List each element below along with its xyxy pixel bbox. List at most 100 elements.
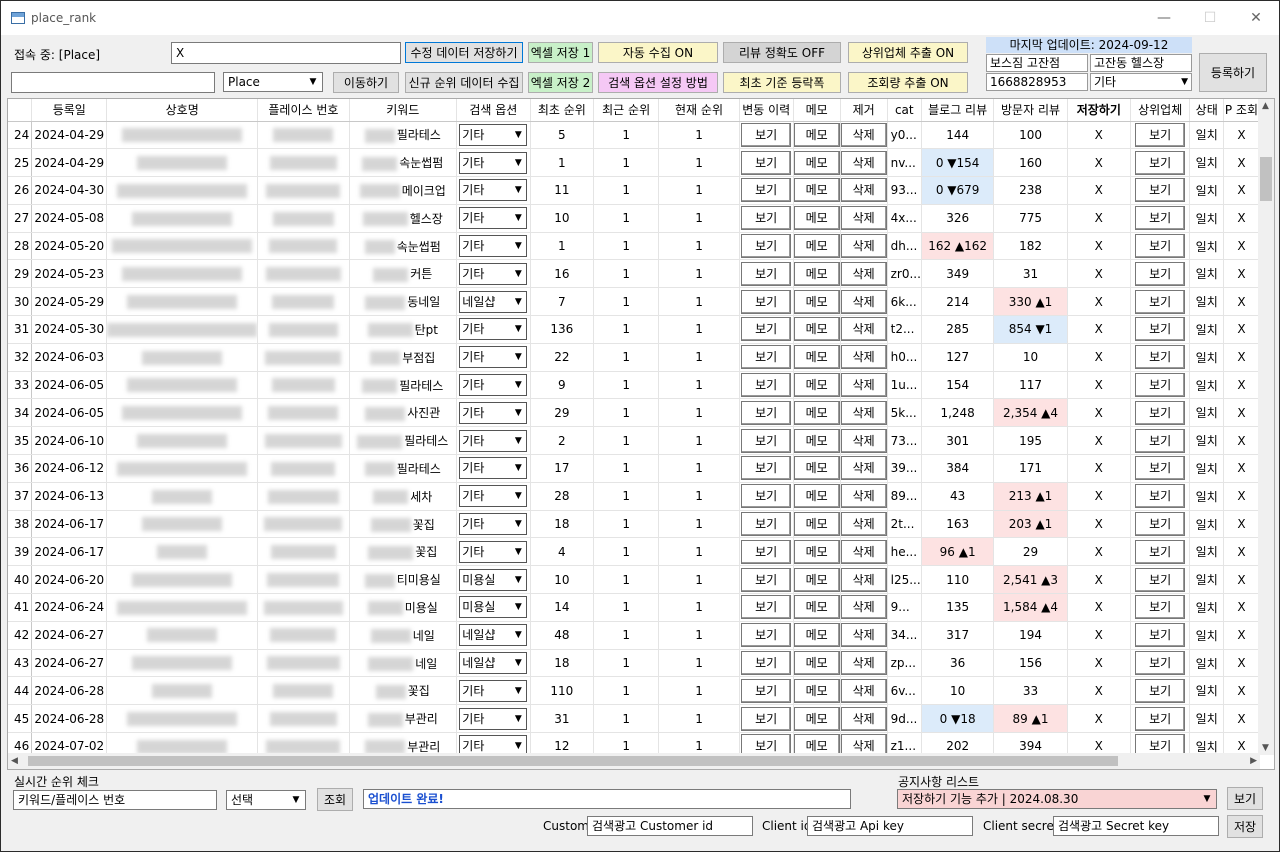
top-company-view-button[interactable]: 보기	[1135, 150, 1186, 175]
column-header[interactable]: 블로그 리뷰	[921, 99, 995, 122]
top-company-view-button[interactable]: 보기	[1135, 512, 1186, 537]
delete-button[interactable]: 삭제	[840, 234, 887, 259]
search-option-dropdown[interactable]: 기타 ▼	[459, 707, 528, 730]
notice-select[interactable]: 저장하기 기능 추가 | 2024.08.30 ▼	[897, 789, 1217, 809]
delete-button[interactable]: 삭제	[840, 400, 887, 425]
search-option-dropdown[interactable]: 기타 ▼	[459, 151, 528, 174]
cell-save[interactable]: X	[1067, 621, 1131, 650]
memo-button[interactable]: 메모	[793, 567, 840, 592]
cell-top-company[interactable]: 보기	[1130, 593, 1191, 622]
move-button[interactable]: 이동하기	[333, 72, 399, 93]
cell-top-company[interactable]: 보기	[1130, 287, 1191, 317]
cell-top-company[interactable]: 보기	[1130, 232, 1191, 261]
client-secret-input[interactable]: 검색광고 Secret key	[1053, 816, 1219, 836]
excel-save-1-button[interactable]: 엑셀 저장 1	[528, 42, 593, 63]
memo-button[interactable]: 메모	[793, 428, 840, 453]
search-option-dropdown[interactable]: 기타 ▼	[459, 457, 528, 480]
memo-button[interactable]: 메모	[793, 345, 840, 370]
cell-save[interactable]: X	[1067, 454, 1131, 483]
memo-button[interactable]: 메모	[793, 289, 840, 314]
cell-memo[interactable]: 메모	[793, 426, 841, 456]
delete-button[interactable]: 삭제	[840, 261, 887, 286]
cell-memo[interactable]: 메모	[793, 621, 841, 650]
cell-history[interactable]: 보기	[739, 649, 794, 678]
history-view-button[interactable]: 보기	[741, 512, 792, 537]
cell-delete[interactable]: 삭제	[840, 704, 888, 734]
excel-save-2-button[interactable]: 엑셀 저장 2	[528, 72, 593, 93]
top-company-view-button[interactable]: 보기	[1135, 345, 1186, 370]
cell-search-option[interactable]: 기타 ▼	[456, 704, 531, 734]
notice-view-button[interactable]: 보기	[1227, 787, 1263, 810]
cell-search-option[interactable]: 기타 ▼	[456, 676, 531, 706]
column-header[interactable]: 상위업체	[1130, 99, 1191, 122]
cell-save[interactable]: X	[1067, 371, 1131, 400]
memo-button[interactable]: 메모	[793, 512, 840, 537]
cell-top-company[interactable]: 보기	[1130, 704, 1191, 734]
reg-place-number-field[interactable]: 1668828953	[986, 73, 1088, 91]
top-company-view-button[interactable]: 보기	[1135, 122, 1186, 147]
scroll-down-icon[interactable]: ▼	[1262, 743, 1269, 753]
cell-delete[interactable]: 삭제	[840, 343, 888, 372]
cell-top-company[interactable]: 보기	[1130, 121, 1191, 150]
client-id-input[interactable]: 검색광고 Api key	[807, 816, 973, 836]
cell-history[interactable]: 보기	[739, 343, 794, 372]
cell-delete[interactable]: 삭제	[840, 204, 888, 233]
history-view-button[interactable]: 보기	[741, 150, 792, 175]
cell-search-option[interactable]: 미용실 ▼	[456, 565, 531, 595]
search-option-dropdown[interactable]: 기타 ▼	[459, 513, 528, 536]
scrollbar-thumb[interactable]	[1260, 157, 1272, 201]
cell-save[interactable]: X	[1067, 482, 1131, 511]
memo-button[interactable]: 메모	[793, 539, 840, 564]
history-view-button[interactable]: 보기	[741, 261, 792, 286]
realtime-select[interactable]: 선택 ▼	[226, 790, 306, 810]
cell-delete[interactable]: 삭제	[840, 454, 888, 483]
cell-save[interactable]: X	[1067, 343, 1131, 372]
cell-history[interactable]: 보기	[739, 454, 794, 483]
history-view-button[interactable]: 보기	[741, 345, 792, 370]
cell-memo[interactable]: 메모	[793, 565, 841, 595]
cell-delete[interactable]: 삭제	[840, 649, 888, 678]
column-header[interactable]: 현재 순위	[658, 99, 740, 122]
cell-save[interactable]: X	[1067, 537, 1131, 567]
cell-memo[interactable]: 메모	[793, 148, 841, 178]
column-header[interactable]: 제거	[840, 99, 888, 122]
search-option-help-button[interactable]: 검색 옵션 설정 방법	[598, 72, 718, 93]
cell-memo[interactable]: 메모	[793, 287, 841, 317]
memo-button[interactable]: 메모	[793, 150, 840, 175]
top-company-view-button[interactable]: 보기	[1135, 456, 1186, 481]
cell-history[interactable]: 보기	[739, 315, 794, 344]
cell-save[interactable]: X	[1067, 565, 1131, 595]
history-view-button[interactable]: 보기	[741, 456, 792, 481]
top-company-view-button[interactable]: 보기	[1135, 289, 1186, 314]
column-header[interactable]: 상호명	[106, 99, 259, 122]
delete-button[interactable]: 삭제	[840, 651, 887, 676]
cell-top-company[interactable]: 보기	[1130, 676, 1191, 706]
cell-delete[interactable]: 삭제	[840, 398, 888, 428]
column-header[interactable]: 메모	[793, 99, 841, 122]
initial-registry-button[interactable]: 최초 기준 등락폭	[723, 72, 841, 93]
cell-memo[interactable]: 메모	[793, 649, 841, 678]
delete-button[interactable]: 삭제	[840, 373, 887, 398]
delete-button[interactable]: 삭제	[840, 734, 887, 755]
delete-button[interactable]: 삭제	[840, 317, 887, 342]
search-option-dropdown[interactable]: 기타 ▼	[459, 346, 528, 369]
delete-button[interactable]: 삭제	[840, 512, 887, 537]
cell-save[interactable]: X	[1067, 315, 1131, 344]
history-view-button[interactable]: 보기	[741, 623, 792, 648]
delete-button[interactable]: 삭제	[840, 178, 887, 203]
cell-search-option[interactable]: 네일샵 ▼	[456, 287, 531, 317]
cell-top-company[interactable]: 보기	[1130, 148, 1191, 178]
cell-memo[interactable]: 메모	[793, 371, 841, 400]
top-company-view-button[interactable]: 보기	[1135, 484, 1186, 509]
top-company-view-button[interactable]: 보기	[1135, 317, 1186, 342]
cell-save[interactable]: X	[1067, 232, 1131, 261]
cell-memo[interactable]: 메모	[793, 343, 841, 372]
cell-delete[interactable]: 삭제	[840, 121, 888, 150]
cell-memo[interactable]: 메모	[793, 121, 841, 150]
cell-delete[interactable]: 삭제	[840, 565, 888, 595]
delete-button[interactable]: 삭제	[840, 428, 887, 453]
cell-search-option[interactable]: 기타 ▼	[456, 371, 531, 400]
cell-delete[interactable]: 삭제	[840, 482, 888, 511]
cell-history[interactable]: 보기	[739, 287, 794, 317]
history-view-button[interactable]: 보기	[741, 178, 792, 203]
